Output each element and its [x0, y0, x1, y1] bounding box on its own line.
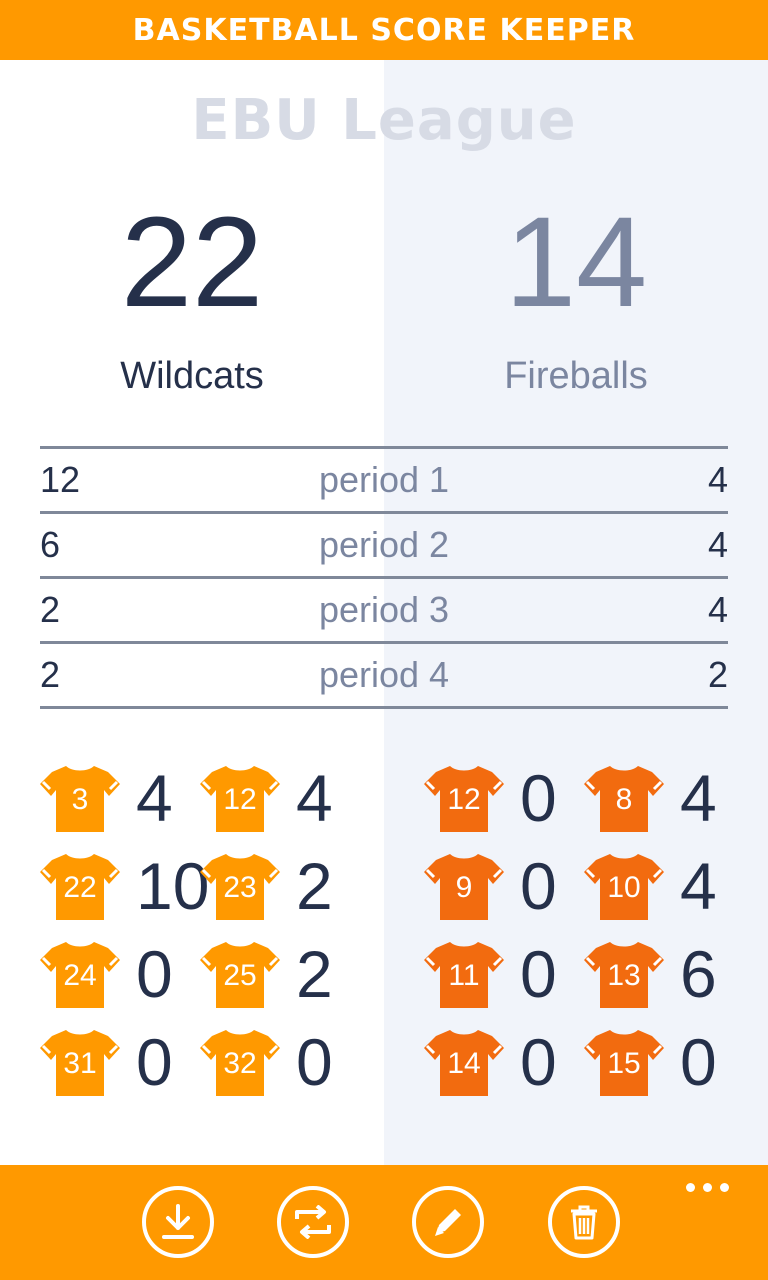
jersey-number: 15: [607, 1047, 641, 1080]
player-points: 2: [296, 937, 333, 1011]
home-score[interactable]: 22: [0, 188, 384, 338]
more-icon: [686, 1183, 695, 1192]
jersey-number: 9: [455, 871, 473, 904]
player-points: 4: [680, 761, 717, 835]
jersey-icon: 10: [584, 850, 664, 922]
jersey-icon: 23: [200, 850, 280, 922]
period-label: period 4: [318, 654, 450, 695]
home-player-6[interactable]: 31 0: [40, 1022, 200, 1102]
period-label: period 2: [318, 524, 450, 565]
away-player-0[interactable]: 12 0: [424, 758, 584, 838]
player-points: 0: [296, 1025, 333, 1099]
player-points: 0: [520, 1025, 557, 1099]
jersey-number: 12: [447, 783, 481, 816]
period-row: 2 period 3 4: [40, 576, 728, 641]
delete-icon: [571, 1205, 597, 1240]
jersey-icon: 24: [40, 938, 120, 1010]
app-title: BASKETBALL SCORE KEEPER: [132, 12, 636, 48]
jersey-icon: 14: [424, 1026, 504, 1098]
home-player-2[interactable]: 22 10: [40, 846, 209, 926]
away-player-7[interactable]: 15 0: [584, 1022, 744, 1102]
player-points: 0: [520, 937, 557, 1011]
player-points: 6: [680, 937, 717, 1011]
period-row: 12 period 1 4: [40, 446, 728, 511]
jersey-number: 14: [447, 1047, 481, 1080]
jersey-number: 25: [223, 959, 257, 992]
player-points: 4: [680, 849, 717, 923]
away-player-2[interactable]: 90: [424, 846, 584, 926]
player-points: 4: [296, 761, 333, 835]
period-away-score: 2: [707, 654, 728, 695]
jersey-number: 32: [223, 1047, 257, 1080]
player-points: 10: [136, 849, 210, 923]
jersey-icon: 12: [200, 762, 280, 834]
jersey-number: 12: [223, 783, 257, 816]
period-label: period 3: [318, 589, 450, 630]
player-points: 0: [680, 1025, 717, 1099]
home-player-4[interactable]: 24 0: [40, 934, 200, 1014]
player-points: 0: [136, 1025, 173, 1099]
jersey-number: 23: [223, 871, 257, 904]
jersey-icon: 3: [40, 762, 120, 834]
away-player-5[interactable]: 13 6: [584, 934, 744, 1014]
player-points: 4: [136, 761, 173, 835]
away-score[interactable]: 14: [384, 188, 768, 338]
away-player-6[interactable]: 14 0: [424, 1022, 584, 1102]
jersey-icon: 8: [584, 762, 664, 834]
jersey-icon: 9: [424, 850, 504, 922]
away-team-name[interactable]: Fireballs: [384, 352, 768, 400]
app-header: BASKETBALL SCORE KEEPER: [0, 0, 768, 60]
jersey-number: 24: [63, 959, 97, 992]
player-points: 0: [520, 761, 557, 835]
jersey-number: 8: [615, 783, 633, 816]
jersey-icon: 31: [40, 1026, 120, 1098]
away-player-3[interactable]: 10 4: [584, 846, 744, 926]
away-player-4[interactable]: 11 0: [424, 934, 584, 1014]
jersey-number: 31: [63, 1047, 97, 1080]
jersey-icon: 13: [584, 938, 664, 1010]
jersey-number: 22: [63, 871, 97, 904]
jersey-icon: 25: [200, 938, 280, 1010]
home-player-1[interactable]: 12 4: [200, 758, 360, 838]
home-player-3[interactable]: 23 2: [200, 846, 360, 926]
jersey-icon: 11: [424, 938, 504, 1010]
jersey-icon: 12: [424, 762, 504, 834]
period-row: 2 period 4 2: [40, 641, 728, 709]
jersey-number: 13: [607, 959, 641, 992]
delete-button[interactable]: [548, 1186, 620, 1258]
period-away-score: 4: [707, 589, 728, 630]
more-button[interactable]: [686, 1183, 730, 1195]
jersey-number: 3: [71, 783, 89, 816]
jersey-number: 10: [607, 871, 641, 904]
period-label: period 1: [318, 459, 450, 500]
period-table: 12 period 1 4 6 period 2 4 2 period 3 4 …: [40, 446, 728, 709]
home-team-name[interactable]: Wildcats: [0, 352, 384, 400]
player-points: 2: [296, 849, 333, 923]
period-away-score: 4: [707, 459, 728, 500]
home-player-5[interactable]: 25 2: [200, 934, 360, 1014]
jersey-icon: 15: [584, 1026, 664, 1098]
app-bar: [0, 1165, 768, 1280]
home-player-7[interactable]: 32 0: [200, 1022, 360, 1102]
jersey-icon: 22: [40, 850, 120, 922]
league-title: EBU League: [191, 88, 577, 153]
swap-icon: [295, 1205, 331, 1239]
jersey-icon: 32: [200, 1026, 280, 1098]
player-points: 0: [520, 849, 557, 923]
player-points: 0: [136, 937, 173, 1011]
jersey-number: 11: [448, 959, 480, 992]
edit-icon: [435, 1209, 461, 1236]
home-player-0[interactable]: 34: [40, 758, 200, 838]
swap-button[interactable]: [277, 1186, 349, 1258]
download-button[interactable]: [142, 1186, 214, 1258]
period-away-score: 4: [707, 524, 728, 565]
edit-button[interactable]: [412, 1186, 484, 1258]
period-row: 6 period 2 4: [40, 511, 728, 576]
away-player-1[interactable]: 84: [584, 758, 744, 838]
download-icon: [162, 1204, 194, 1239]
